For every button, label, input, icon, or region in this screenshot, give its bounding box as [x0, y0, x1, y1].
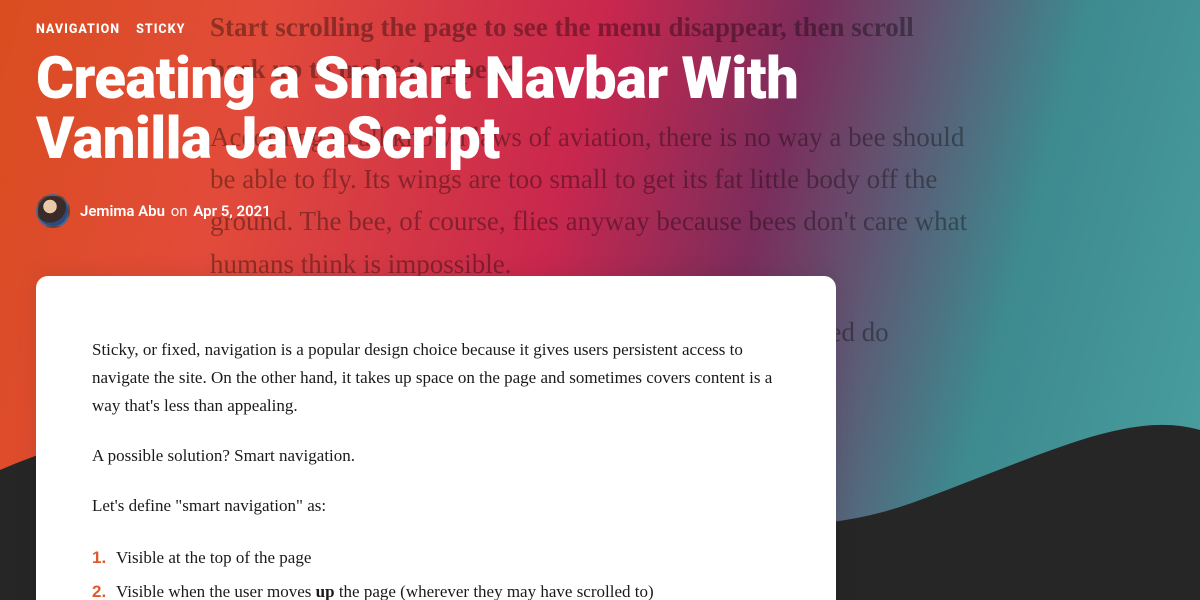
- tag-list: NAVIGATION STICKY: [36, 22, 1164, 37]
- article-header: NAVIGATION STICKY Creating a Smart Navba…: [36, 22, 1164, 228]
- article-body-card: Sticky, or fixed, navigation is a popula…: [36, 276, 836, 600]
- byline-on: on: [171, 202, 188, 220]
- article-paragraph: A possible solution? Smart navigation.: [92, 442, 780, 470]
- tag-sticky[interactable]: STICKY: [136, 22, 185, 37]
- publish-date: Apr 5, 2021: [193, 202, 271, 220]
- definition-list: Visible at the top of the page Visible w…: [92, 542, 780, 600]
- byline: Jemima Abu on Apr 5, 2021: [36, 194, 1164, 228]
- list-item: Visible when the user moves up the page …: [92, 576, 780, 600]
- article-paragraph: Sticky, or fixed, navigation is a popula…: [92, 336, 780, 420]
- hero-section: Start scrolling the page to see the menu…: [0, 0, 1200, 600]
- tag-navigation[interactable]: NAVIGATION: [36, 22, 120, 37]
- author-link[interactable]: Jemima Abu: [80, 202, 165, 220]
- author-avatar[interactable]: [36, 194, 70, 228]
- article-title: Creating a Smart Navbar With Vanilla Jav…: [36, 49, 936, 170]
- list-item: Visible at the top of the page: [92, 542, 780, 573]
- article-paragraph: Let's define "smart navigation" as:: [92, 492, 780, 520]
